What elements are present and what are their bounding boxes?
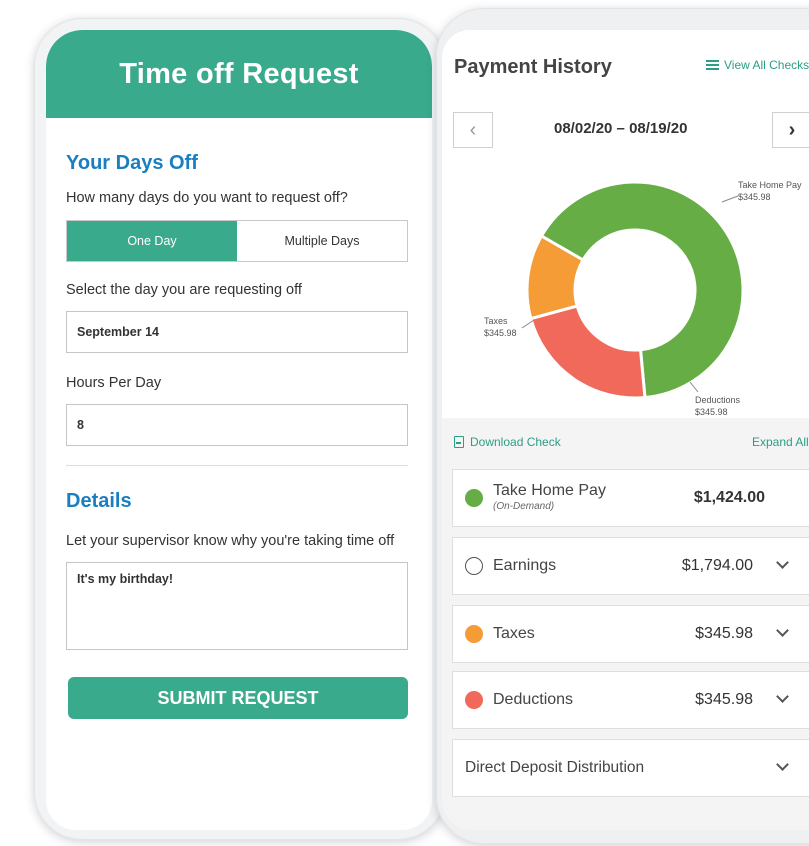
document-icon [454, 436, 464, 448]
chevron-down-icon[interactable] [776, 556, 789, 569]
card-deductions[interactable]: Deductions $345.98 [452, 671, 809, 729]
time-off-header: Time off Request [46, 30, 432, 118]
prev-period-button[interactable]: ‹ [453, 112, 493, 148]
payment-donut-chart: Take Home Pay $345.98 Deductions $345.98… [484, 180, 802, 417]
one-day-option[interactable]: One Day [67, 221, 237, 261]
card-earnings[interactable]: Earnings $1,794.00 [452, 537, 809, 595]
card-deductions-label: Deductions [493, 691, 574, 708]
chevron-left-icon: ‹ [469, 118, 477, 141]
label-deductions: Deductions [695, 395, 741, 405]
divider [66, 465, 408, 466]
select-day-label: Select the day you are requesting off [66, 282, 302, 298]
payment-history-title: Payment History [454, 56, 612, 78]
list-icon [706, 60, 719, 70]
section-title-details: Details [66, 490, 132, 512]
chevron-down-icon[interactable] [776, 690, 789, 703]
card-take-home-label-group: Take Home Pay (On-Demand) [493, 482, 606, 512]
view-all-checks-label: View All Checks [724, 58, 809, 72]
section-title-days-off: Your Days Off [66, 152, 198, 174]
reason-label: Let your supervisor know why you're taki… [66, 533, 395, 549]
card-taxes-amount: $345.98 [695, 625, 753, 642]
card-deductions-amount: $345.98 [695, 691, 753, 708]
hours-label: Hours Per Day [66, 375, 162, 391]
chevron-down-icon[interactable] [776, 758, 789, 771]
multiple-days-option[interactable]: Multiple Days [237, 221, 407, 261]
earnings-dot-icon [465, 557, 483, 575]
card-take-home-amount: $1,424.00 [693, 489, 765, 506]
payment-history-screen: Payment History View All Checks ‹ 08/02/… [442, 30, 809, 830]
date-range: 08/02/20 – 08/19/20 [554, 120, 688, 137]
view-all-checks-link[interactable]: View All Checks [706, 58, 809, 72]
next-period-button[interactable]: › [772, 112, 809, 148]
card-direct-deposit-label: Direct Deposit Distribution [465, 759, 645, 776]
chevron-down-icon[interactable] [776, 624, 789, 637]
reason-textarea[interactable]: It's my birthday! [66, 562, 408, 650]
card-take-home-sublabel: (On-Demand) [493, 501, 555, 512]
amount-take-home-pay: $345.98 [738, 192, 771, 202]
card-earnings-amount: $1,794.00 [681, 557, 753, 574]
submit-request-button[interactable]: SUBMIT REQUEST [68, 677, 408, 719]
amount-taxes: $345.98 [484, 328, 517, 338]
card-take-home-pay[interactable]: Take Home Pay (On-Demand) $1,424.00 [452, 469, 809, 527]
label-take-home-pay: Take Home Pay [738, 180, 802, 190]
amount-deductions: $345.98 [695, 407, 728, 417]
download-check-label: Download Check [470, 435, 561, 449]
download-check-link[interactable]: Download Check [454, 435, 561, 449]
donut-segment-deductions [529, 304, 647, 400]
leader-line-deductions [689, 381, 699, 393]
card-earnings-label: Earnings [493, 557, 557, 574]
day-field[interactable]: September 14 [66, 311, 408, 353]
label-taxes: Taxes [484, 316, 508, 326]
card-taxes-label: Taxes [493, 625, 535, 642]
take-home-dot-icon [465, 489, 483, 507]
deductions-dot-icon [465, 691, 483, 709]
days-toggle: One Day Multiple Days [66, 220, 408, 262]
leader-line-take-home [721, 195, 739, 203]
days-question-label: How many days do you want to request off… [66, 190, 348, 206]
card-direct-deposit[interactable]: Direct Deposit Distribution [452, 739, 809, 797]
page-title: Time off Request [119, 57, 359, 90]
payment-summary-panel: Payment History View All Checks ‹ 08/02/… [442, 30, 809, 418]
card-take-home-label: Take Home Pay [493, 482, 606, 499]
card-taxes[interactable]: Taxes $345.98 [452, 605, 809, 663]
time-off-screen: Time off Request Your Days Off How many … [46, 30, 432, 830]
taxes-dot-icon [465, 625, 483, 643]
hours-field[interactable]: 8 [66, 404, 408, 446]
chevron-right-icon: › [788, 118, 796, 141]
expand-all-link[interactable]: Expand All [752, 435, 809, 449]
